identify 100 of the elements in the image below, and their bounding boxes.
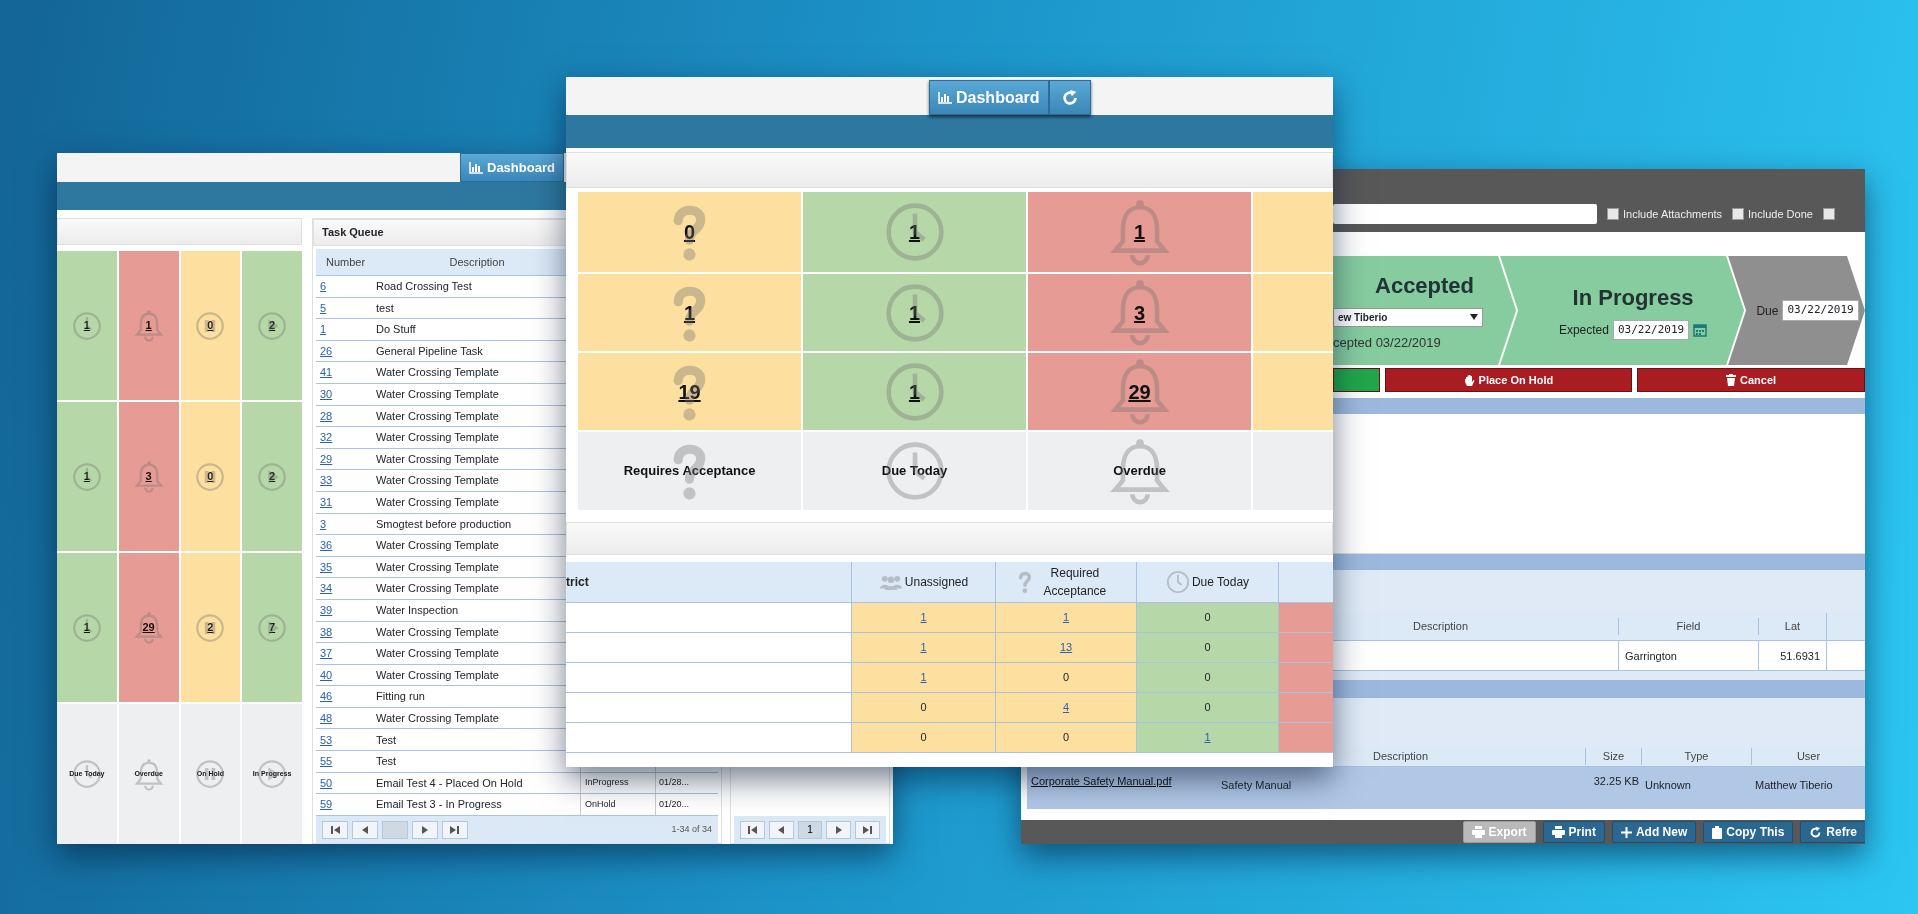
bar-chart-icon xyxy=(938,91,952,104)
count-link[interactable]: 1 xyxy=(145,317,152,334)
count-link[interactable]: 4 xyxy=(1062,699,1070,716)
checkbox[interactable] xyxy=(1607,208,1619,220)
task-number-link[interactable]: 35 xyxy=(320,560,333,573)
hold-button[interactable]: Place On Hold xyxy=(1384,368,1633,392)
count-link[interactable]: 1 xyxy=(83,619,90,636)
task-number-link[interactable]: 5 xyxy=(320,301,327,314)
count-link[interactable]: 1 xyxy=(908,297,921,328)
task-number-link[interactable]: 50 xyxy=(320,776,333,789)
column-header: Required Acceptance xyxy=(1042,565,1108,600)
count-link[interactable]: 13 xyxy=(1059,639,1073,656)
task-description: Water Crossing Template xyxy=(375,559,500,575)
task-number-link[interactable]: 34 xyxy=(320,582,333,595)
refresh-button[interactable]: Refre xyxy=(1800,821,1865,843)
count-link[interactable]: 1 xyxy=(1062,609,1070,626)
count-link[interactable]: 1 xyxy=(683,297,696,328)
count-value: 0 xyxy=(1062,670,1070,686)
task-number-link[interactable]: 26 xyxy=(320,344,333,357)
column-header: User xyxy=(1751,748,1865,765)
task-number-link[interactable]: 3 xyxy=(320,517,327,530)
count-link[interactable]: 3 xyxy=(145,468,152,485)
task-number-link[interactable]: 38 xyxy=(320,625,333,638)
task-number-link[interactable]: 1 xyxy=(320,323,327,336)
first-page-button[interactable] xyxy=(322,820,348,839)
task-number-link[interactable]: 31 xyxy=(320,496,333,508)
first-page-button[interactable] xyxy=(740,820,765,839)
count-link[interactable]: 19 xyxy=(678,376,701,407)
bell-icon xyxy=(1108,197,1171,267)
task-number-link[interactable]: 53 xyxy=(320,733,333,746)
search-field[interactable] xyxy=(1333,204,1597,224)
count-link[interactable]: 1 xyxy=(83,468,90,485)
file-type: Unknown xyxy=(1644,778,1692,793)
column-header: Number xyxy=(325,254,367,270)
count-link[interactable]: 3 xyxy=(1133,297,1146,328)
last-page-icon xyxy=(449,823,461,836)
count-link[interactable]: 0 xyxy=(207,468,214,485)
clock-icon xyxy=(883,201,946,263)
count-value: 0 xyxy=(920,700,927,716)
calendar-icon[interactable] xyxy=(1693,323,1708,337)
count-link[interactable]: 1 xyxy=(920,639,927,656)
count-link[interactable]: 1 xyxy=(920,669,927,686)
file-link[interactable]: Corporate Safety Manual.pdf xyxy=(1031,775,1172,787)
cancel-button[interactable]: Cancel xyxy=(1637,368,1865,392)
count-link[interactable]: 1 xyxy=(1133,217,1146,247)
task-number-link[interactable]: 6 xyxy=(320,280,327,293)
latitude-value: 51.6931 xyxy=(1758,640,1826,671)
count-link[interactable]: 0 xyxy=(683,217,696,247)
task-number-link[interactable]: 36 xyxy=(320,539,333,552)
count-link[interactable]: 1 xyxy=(920,609,927,626)
refresh-icon xyxy=(1060,88,1079,107)
prev-page-button[interactable] xyxy=(352,820,378,839)
copy-button[interactable]: Copy This xyxy=(1703,821,1794,843)
last-page-button[interactable] xyxy=(442,820,468,839)
count-link[interactable]: 0 xyxy=(207,317,214,334)
count-link[interactable]: 2 xyxy=(207,619,214,636)
task-number-link[interactable]: 28 xyxy=(320,409,333,422)
count-link[interactable]: 1 xyxy=(908,217,921,247)
task-number-link[interactable]: 55 xyxy=(320,755,333,768)
task-description: test xyxy=(375,300,395,316)
task-number-link[interactable]: 29 xyxy=(320,452,333,465)
checkbox[interactable] xyxy=(1732,208,1745,220)
task-number-link[interactable]: 48 xyxy=(320,711,333,724)
task-number-link[interactable]: 40 xyxy=(320,668,333,681)
task-number-link[interactable]: 30 xyxy=(320,388,333,400)
checkbox[interactable] xyxy=(1822,208,1835,220)
page-button[interactable]: 1 xyxy=(797,820,823,839)
clock-icon xyxy=(883,440,946,502)
next-page-button[interactable] xyxy=(412,820,438,839)
count-link[interactable]: 1 xyxy=(83,317,90,334)
tile-label: Requires Acceptance xyxy=(623,462,756,481)
add-button[interactable]: Add New xyxy=(1611,821,1697,843)
task-number-link[interactable]: 37 xyxy=(320,647,333,660)
task-number-link[interactable]: 39 xyxy=(320,603,333,616)
complete-button[interactable] xyxy=(1333,368,1380,392)
uploaded-by: Matthew Tiberio xyxy=(1754,778,1834,793)
date-field[interactable]: 03/22/2019 xyxy=(1613,319,1690,341)
date-field[interactable]: 03/22/2019 xyxy=(1782,300,1859,321)
task-number-link[interactable]: 59 xyxy=(320,798,333,811)
task-number-link[interactable]: 41 xyxy=(320,366,333,379)
clock-icon xyxy=(1165,570,1190,594)
count-link[interactable]: 1 xyxy=(908,376,921,407)
refresh-button[interactable] xyxy=(1048,80,1091,115)
count-value: 0 xyxy=(1062,730,1070,746)
prev-page-button[interactable] xyxy=(768,820,794,839)
last-page-button[interactable] xyxy=(855,820,880,839)
count-value: 0 xyxy=(1204,700,1211,716)
dashboard-button[interactable]: Dashboard xyxy=(460,153,564,182)
assignee-select[interactable]: ew Tiberio xyxy=(1333,307,1483,327)
task-date: 01/20... xyxy=(659,797,690,811)
print-button[interactable]: Print xyxy=(1542,821,1605,843)
step-title: Accepted xyxy=(1375,271,1475,300)
task-number-link[interactable]: 32 xyxy=(320,431,333,444)
task-number-link[interactable]: 33 xyxy=(320,474,333,487)
task-number-link[interactable]: 46 xyxy=(320,690,333,703)
task-description: Water Crossing Template xyxy=(375,408,500,424)
next-page-button[interactable] xyxy=(826,820,852,839)
task-status: InProgress xyxy=(585,776,629,790)
first-page-icon xyxy=(329,823,341,836)
count-link[interactable]: 1 xyxy=(1204,729,1211,746)
